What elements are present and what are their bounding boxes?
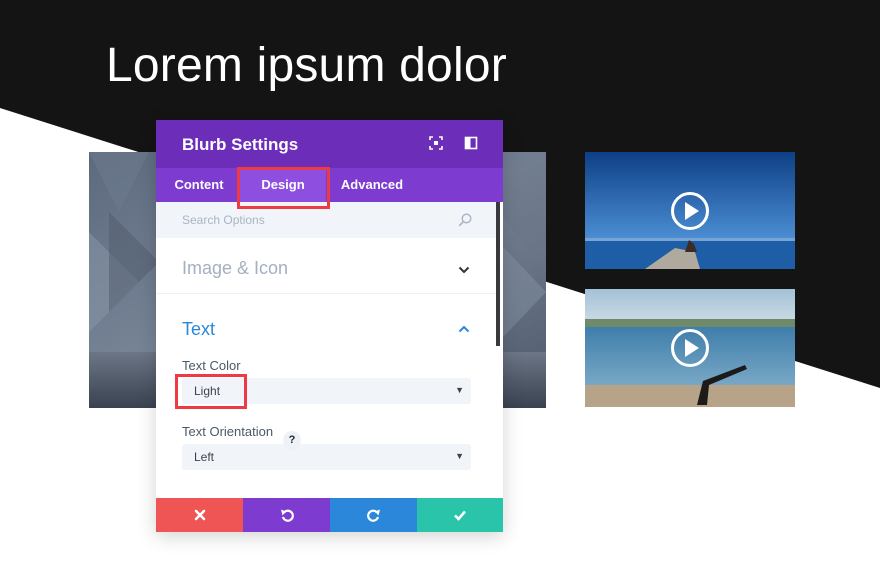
modal-header[interactable]: Blurb Settings <box>156 120 503 168</box>
close-icon <box>194 509 205 521</box>
page-title: Lorem ipsum dolor <box>106 39 507 92</box>
text-orientation-value: Left <box>194 450 215 464</box>
chevron-up-icon[interactable] <box>458 323 470 335</box>
text-orientation-label: Text Orientation <box>182 424 274 439</box>
blurb-settings-modal: Blurb Settings Content Design Advanced I… <box>156 120 503 532</box>
text-color-value: Light <box>194 384 221 398</box>
section-image-icon[interactable]: Image & Icon <box>156 238 496 294</box>
caret-down-icon: ▼ <box>455 385 464 395</box>
section-label: Image & Icon <box>182 258 289 278</box>
caret-down-icon: ▼ <box>455 451 464 461</box>
text-color-label: Text Color <box>182 358 241 373</box>
tab-content[interactable]: Content <box>166 168 232 202</box>
play-icon[interactable] <box>670 328 710 368</box>
modal-footer <box>156 498 503 532</box>
check-icon <box>454 510 466 521</box>
sidebar-layout-icon[interactable] <box>464 136 478 150</box>
video-thumbnail-1[interactable] <box>585 152 795 269</box>
text-orientation-select[interactable]: Left ▼ <box>182 444 471 470</box>
help-icon[interactable]: ? <box>283 431 301 449</box>
save-button[interactable] <box>417 498 503 532</box>
tab-design[interactable]: Design <box>240 168 326 202</box>
tab-advanced[interactable]: Advanced <box>332 168 412 202</box>
expand-icon[interactable] <box>429 136 443 150</box>
text-color-select[interactable]: Light ▼ <box>182 378 471 404</box>
modal-title: Blurb Settings <box>182 135 299 154</box>
search-input[interactable] <box>182 211 432 229</box>
search-bar <box>156 202 496 238</box>
play-icon[interactable] <box>670 191 710 231</box>
search-icon[interactable] <box>458 213 472 227</box>
cancel-button[interactable] <box>156 498 243 532</box>
chevron-down-icon[interactable] <box>458 264 470 276</box>
redo-button[interactable] <box>330 498 417 532</box>
section-text-label[interactable]: Text <box>182 319 215 340</box>
redo-icon <box>366 509 380 522</box>
undo-button[interactable] <box>243 498 330 532</box>
undo-icon <box>280 509 294 522</box>
tab-bar: Content Design Advanced <box>156 168 503 202</box>
scrollbar-thumb[interactable] <box>496 202 500 346</box>
video-thumbnail-2[interactable] <box>585 289 795 407</box>
